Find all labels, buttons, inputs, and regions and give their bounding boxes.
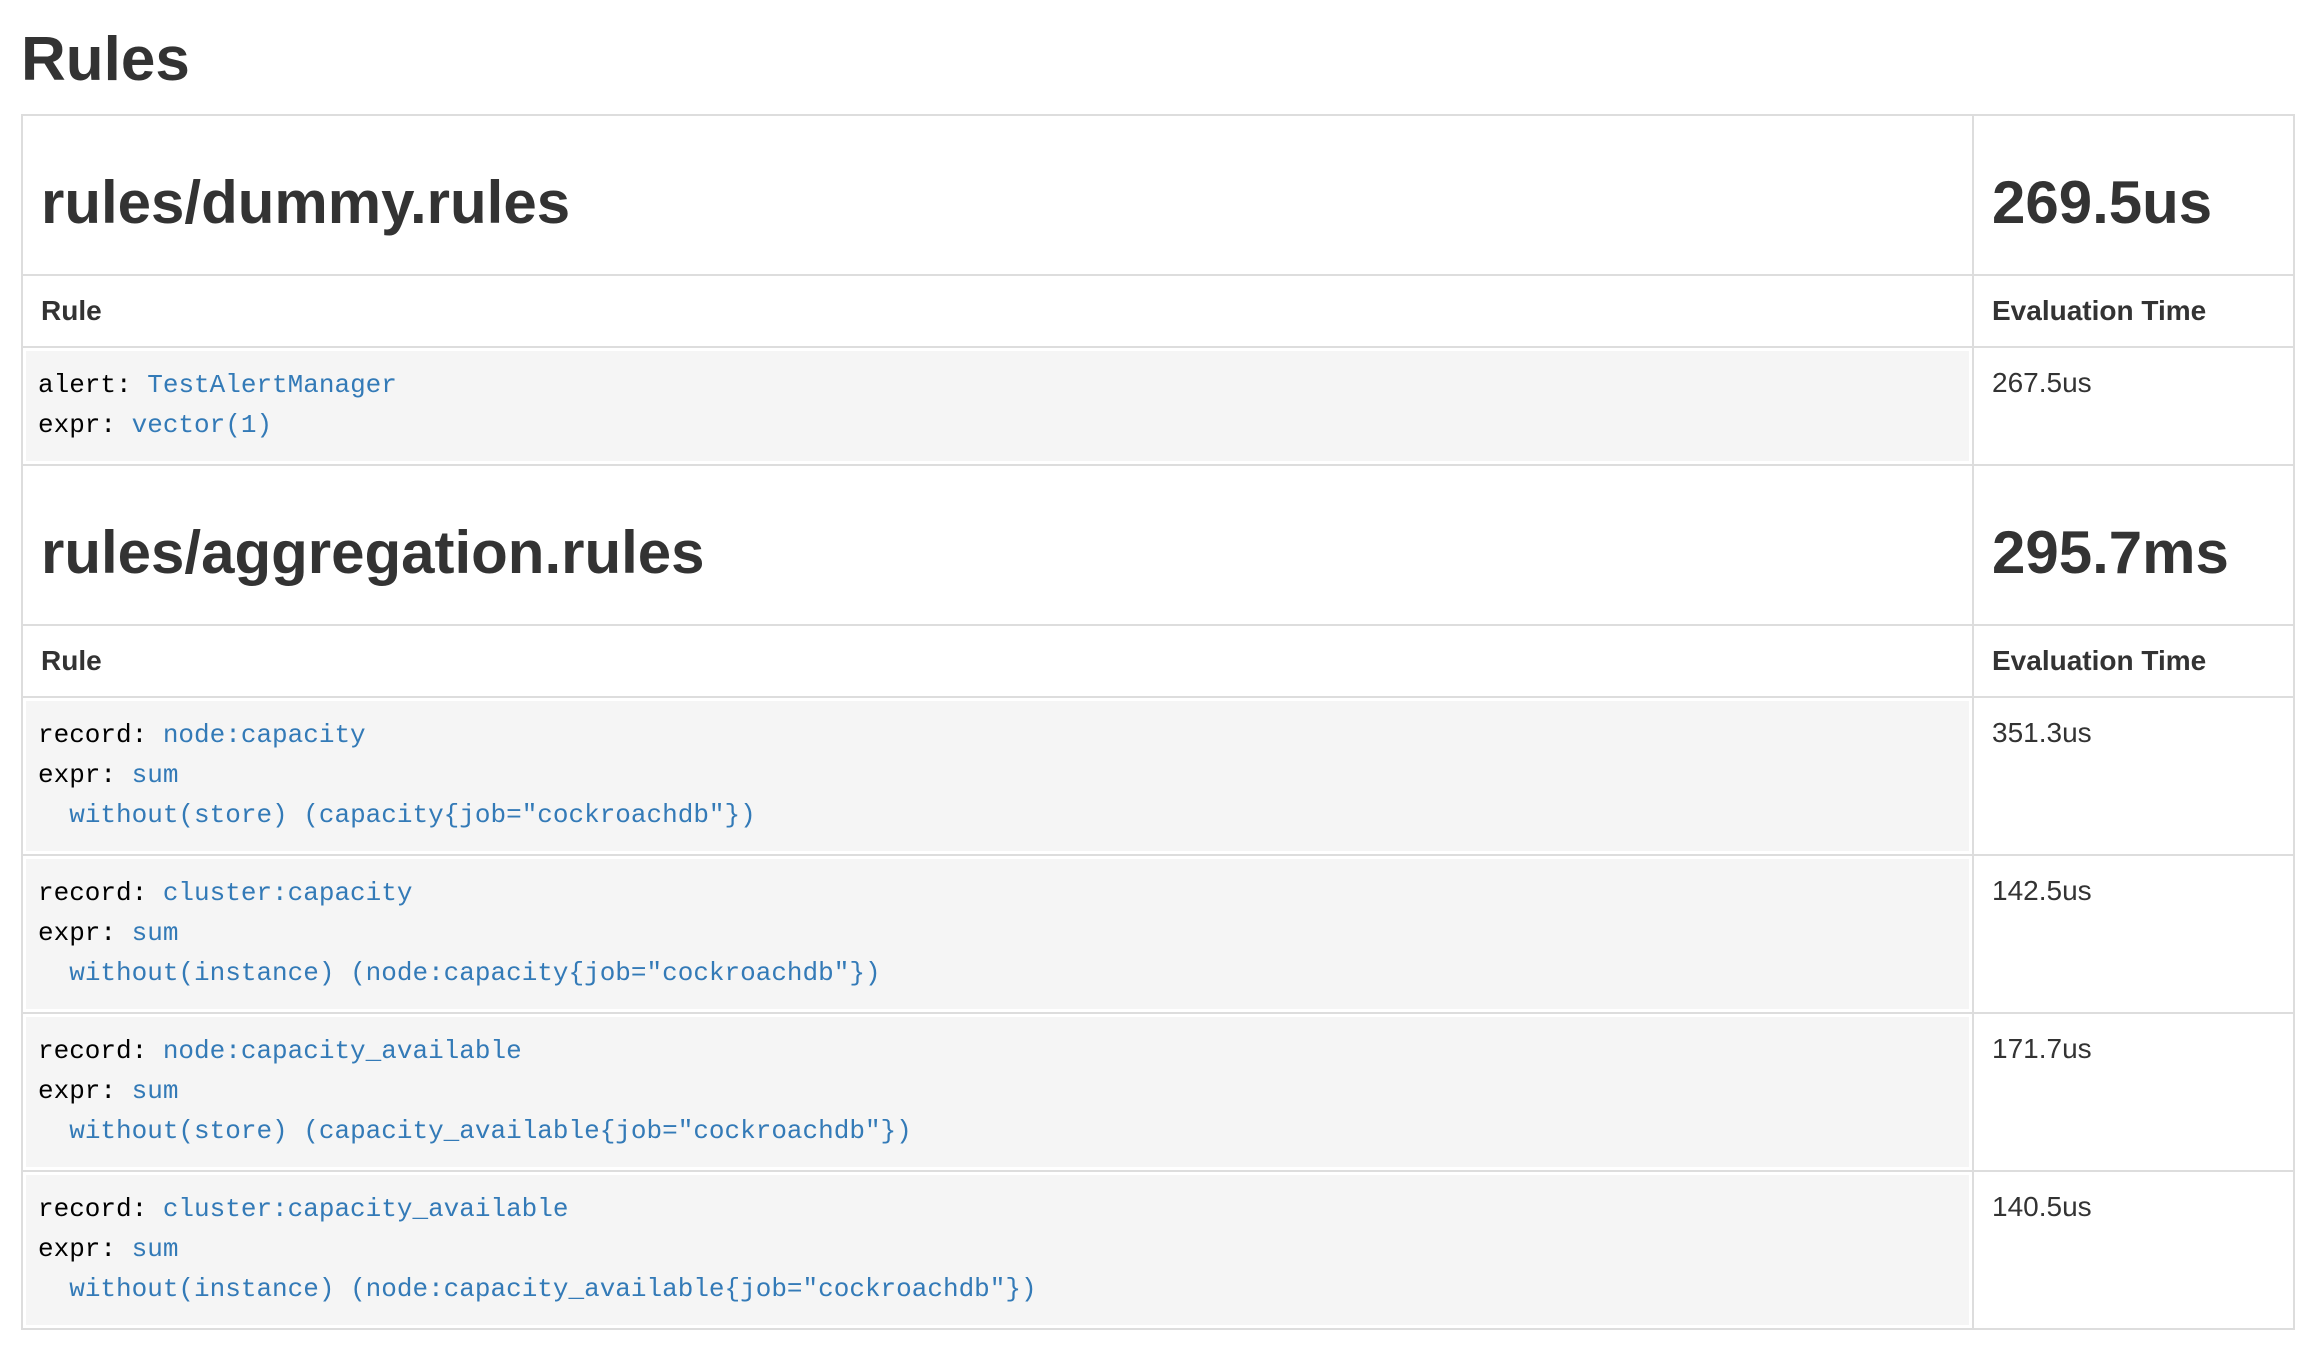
group-eval-cell: 295.7ms: [1973, 465, 2294, 625]
code-text: [38, 800, 69, 830]
code-keyword: expr:: [38, 1234, 116, 1264]
code-line: expr: sum: [38, 755, 1957, 795]
code-line: alert: TestAlertManager: [38, 365, 1957, 405]
group-name: rules/dummy.rules: [41, 170, 1954, 236]
group-eval-cell: 269.5us: [1973, 115, 2294, 275]
code-text: [116, 410, 132, 440]
expression-link[interactable]: without(instance) (node:capacity{job="co…: [69, 958, 880, 988]
expression-link[interactable]: sum: [132, 760, 179, 790]
rule-col-header: Rule: [22, 275, 1973, 347]
code-text: [147, 720, 163, 750]
code-keyword: record:: [38, 1194, 147, 1224]
expression-link[interactable]: TestAlertManager: [147, 370, 397, 400]
group-header-row: rules/aggregation.rules 295.7ms: [22, 465, 2294, 625]
expression-link[interactable]: sum: [132, 1076, 179, 1106]
group-header-row: rules/dummy.rules 269.5us: [22, 115, 2294, 275]
expression-link[interactable]: node:capacity: [163, 720, 366, 750]
group-name-cell: rules/aggregation.rules: [22, 465, 1973, 625]
rule-row: record: node:capacity_availableexpr: sum…: [22, 1013, 2294, 1171]
rule-definition: record: node:capacityexpr: sum without(s…: [26, 701, 1969, 851]
rule-eval-time: 171.7us: [1973, 1013, 2294, 1171]
rule-eval-time: 140.5us: [1973, 1171, 2294, 1329]
expression-link[interactable]: cluster:capacity_available: [163, 1194, 569, 1224]
code-line: record: node:capacity: [38, 715, 1957, 755]
rules-table-body: rules/dummy.rules 269.5us Rule Evaluatio…: [22, 115, 2294, 1329]
expression-link[interactable]: without(instance) (node:capacity_availab…: [69, 1274, 1036, 1304]
code-keyword: record:: [38, 720, 147, 750]
group-eval-time: 269.5us: [1992, 170, 2275, 236]
code-line: expr: sum: [38, 913, 1957, 953]
rule-row: record: cluster:capacityexpr: sum withou…: [22, 855, 2294, 1013]
rules-page: Rules rules/dummy.rules 269.5us Rule Eva…: [0, 26, 2316, 1330]
code-keyword: alert:: [38, 370, 132, 400]
code-line: expr: sum: [38, 1229, 1957, 1269]
rule-row: record: node:capacityexpr: sum without(s…: [22, 697, 2294, 855]
rule-definition: alert: TestAlertManagerexpr: vector(1): [26, 351, 1969, 461]
rule-row: record: cluster:capacity_availableexpr: …: [22, 1171, 2294, 1329]
code-text: [147, 1194, 163, 1224]
code-line: expr: vector(1): [38, 405, 1957, 445]
page-title: Rules: [21, 26, 2295, 94]
code-line: expr: sum: [38, 1071, 1957, 1111]
code-line: without(instance) (node:capacity{job="co…: [38, 953, 1957, 993]
columns-header-row: Rule Evaluation Time: [22, 275, 2294, 347]
rule-cell: alert: TestAlertManagerexpr: vector(1): [22, 347, 1973, 465]
expression-link[interactable]: sum: [132, 1234, 179, 1264]
rule-cell: record: cluster:capacity_availableexpr: …: [22, 1171, 1973, 1329]
rule-row: alert: TestAlertManagerexpr: vector(1) 2…: [22, 347, 2294, 465]
rule-cell: record: cluster:capacityexpr: sum withou…: [22, 855, 1973, 1013]
group-name: rules/aggregation.rules: [41, 520, 1954, 586]
expression-link[interactable]: node:capacity_available: [163, 1036, 522, 1066]
rule-cell: record: node:capacityexpr: sum without(s…: [22, 697, 1973, 855]
code-keyword: expr:: [38, 918, 116, 948]
code-text: [116, 1234, 132, 1264]
code-line: record: cluster:capacity: [38, 873, 1957, 913]
code-keyword: record:: [38, 878, 147, 908]
code-keyword: expr:: [38, 760, 116, 790]
eval-col-header: Evaluation Time: [1973, 275, 2294, 347]
code-line: record: node:capacity_available: [38, 1031, 1957, 1071]
rules-table: rules/dummy.rules 269.5us Rule Evaluatio…: [21, 114, 2295, 1330]
rule-eval-time: 267.5us: [1973, 347, 2294, 465]
code-line: record: cluster:capacity_available: [38, 1189, 1957, 1229]
code-keyword: expr:: [38, 410, 116, 440]
code-line: without(instance) (node:capacity_availab…: [38, 1269, 1957, 1309]
rule-definition: record: cluster:capacityexpr: sum withou…: [26, 859, 1969, 1009]
code-text: [38, 1116, 69, 1146]
eval-col-header: Evaluation Time: [1973, 625, 2294, 697]
code-text: [116, 1076, 132, 1106]
expression-link[interactable]: without(store) (capacity_available{job="…: [69, 1116, 912, 1146]
code-text: [116, 760, 132, 790]
rule-definition: record: node:capacity_availableexpr: sum…: [26, 1017, 1969, 1167]
rule-eval-time: 142.5us: [1973, 855, 2294, 1013]
expression-link[interactable]: without(store) (capacity{job="cockroachd…: [69, 800, 756, 830]
code-keyword: record:: [38, 1036, 147, 1066]
columns-header-row: Rule Evaluation Time: [22, 625, 2294, 697]
rule-definition: record: cluster:capacity_availableexpr: …: [26, 1175, 1969, 1325]
code-text: [116, 918, 132, 948]
code-text: [147, 878, 163, 908]
group-name-cell: rules/dummy.rules: [22, 115, 1973, 275]
code-line: without(store) (capacity{job="cockroachd…: [38, 795, 1957, 835]
rule-cell: record: node:capacity_availableexpr: sum…: [22, 1013, 1973, 1171]
expression-link[interactable]: sum: [132, 918, 179, 948]
expression-link[interactable]: cluster:capacity: [163, 878, 413, 908]
rule-eval-time: 351.3us: [1973, 697, 2294, 855]
code-keyword: expr:: [38, 1076, 116, 1106]
code-text: [132, 370, 148, 400]
code-text: [38, 958, 69, 988]
code-text: [38, 1274, 69, 1304]
code-line: without(store) (capacity_available{job="…: [38, 1111, 1957, 1151]
rule-col-header: Rule: [22, 625, 1973, 697]
group-eval-time: 295.7ms: [1992, 520, 2275, 586]
code-text: [147, 1036, 163, 1066]
expression-link[interactable]: vector(1): [132, 410, 272, 440]
